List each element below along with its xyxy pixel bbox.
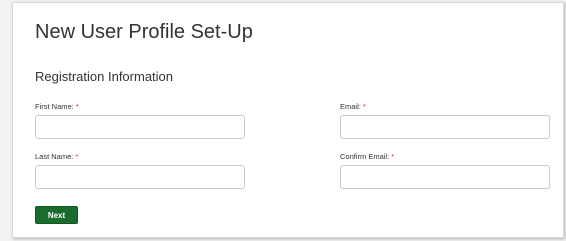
required-marker: * [391, 152, 395, 161]
last-name-label: Last Name: * [35, 152, 79, 161]
email-group: Email: * [340, 101, 550, 139]
email-input[interactable] [340, 115, 550, 139]
last-name-input[interactable] [35, 165, 245, 189]
required-marker: * [75, 102, 79, 111]
last-name-group: Last Name: * [35, 151, 245, 189]
email-label: Email: * [340, 102, 366, 111]
registration-panel: New User Profile Set-Up Registration Inf… [12, 2, 564, 238]
next-button[interactable]: Next [35, 206, 78, 224]
first-name-input[interactable] [35, 115, 245, 139]
first-name-label: First Name: * [35, 102, 79, 111]
required-marker: * [362, 102, 366, 111]
required-marker: * [75, 152, 79, 161]
section-heading: Registration Information [35, 69, 174, 84]
first-name-group: First Name: * [35, 101, 245, 139]
confirm-email-group: Confirm Email: * [340, 151, 550, 189]
page-title: New User Profile Set-Up [35, 21, 253, 43]
confirm-email-label: Confirm Email: * [340, 152, 395, 161]
confirm-email-input[interactable] [340, 165, 550, 189]
